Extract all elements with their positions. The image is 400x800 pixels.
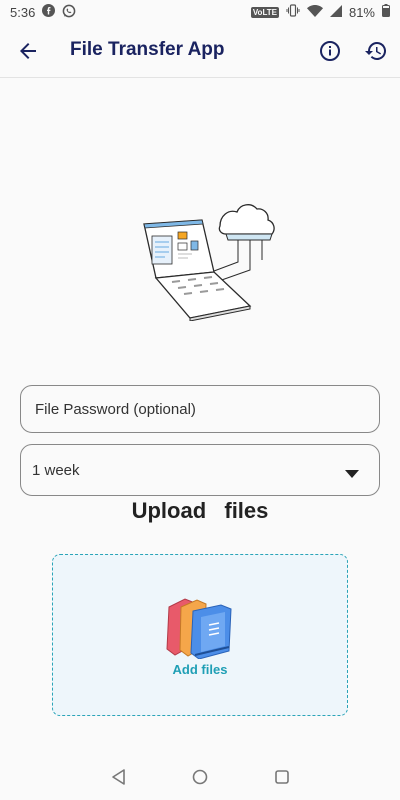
add-files-dropzone[interactable]: Add files (52, 554, 348, 716)
status-bar: 5:36 VoLTE 81% (0, 0, 400, 24)
status-right: VoLTE 81% (250, 4, 390, 20)
app-bar: File Transfer App (0, 24, 400, 78)
vibrate-icon (286, 4, 300, 20)
facebook-icon (42, 4, 56, 20)
folders-icon (165, 597, 235, 660)
expiry-select[interactable]: 1 week (20, 444, 380, 496)
status-left: 5:36 (10, 4, 76, 21)
add-files-label[interactable]: Add files (53, 662, 347, 677)
network-badge: VoLTE (250, 6, 279, 18)
back-arrow-icon[interactable] (16, 39, 40, 63)
upload-heading: Upload files (131, 498, 269, 523)
info-icon[interactable] (318, 39, 342, 63)
battery-percent: 81% (348, 4, 375, 20)
nav-back-icon[interactable] (110, 768, 128, 786)
signal-icon (329, 4, 342, 20)
dropdown-arrow-icon (345, 465, 359, 483)
password-field[interactable] (20, 385, 380, 433)
whatsapp-icon (62, 4, 76, 21)
system-nav-bar (0, 752, 400, 800)
wifi-icon (306, 4, 323, 20)
laptop-cloud-illustration (138, 196, 278, 322)
nav-home-icon[interactable] (191, 768, 209, 786)
status-time: 5:36 (10, 4, 36, 20)
battery-icon (382, 4, 390, 20)
nav-recents-icon[interactable] (273, 768, 291, 786)
history-icon[interactable] (364, 39, 388, 63)
page-title: File Transfer App (70, 39, 225, 60)
password-input[interactable] (33, 399, 367, 419)
expiry-selected-value: 1 week (32, 461, 80, 479)
